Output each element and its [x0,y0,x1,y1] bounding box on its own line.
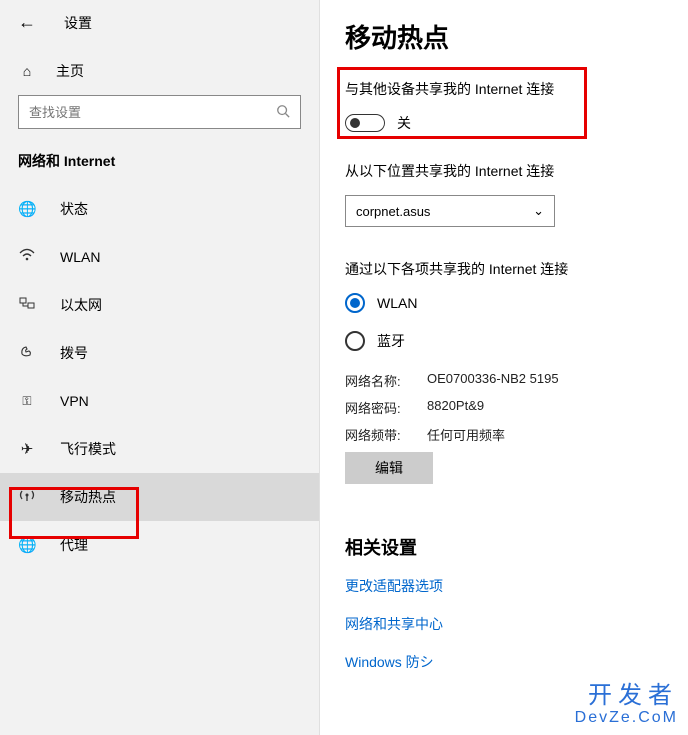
wifi-icon [18,248,36,266]
sidebar-item-label: 飞行模式 [60,439,116,459]
back-icon[interactable]: ← [18,12,36,33]
toggle-state-label: 关 [397,113,411,133]
proxy-icon: 🌐 [18,536,36,554]
dropdown-value: corpnet.asus [356,204,430,219]
sidebar-item-ethernet[interactable]: 以太网 [0,281,319,329]
info-value: 任何可用频率 [427,425,505,444]
chevron-down-icon: ⌄ [533,203,544,219]
sidebar: ← 设置 ⌂ 主页 网络和 Internet 🌐 状态 WLAN [0,0,320,735]
sidebar-item-label: 拨号 [60,343,88,363]
ethernet-icon [18,296,36,314]
status-icon: 🌐 [18,200,36,218]
sidebar-item-label: VPN [60,393,89,409]
sidebar-item-airplane[interactable]: ✈ 飞行模式 [0,425,319,473]
page-title: 移动热点 [345,18,688,55]
main-panel: 移动热点 与其他设备共享我的 Internet 连接 关 从以下位置共享我的 I… [320,0,688,735]
watermark-en: DevZe.CoM [575,709,678,727]
share-via-label: 通过以下各项共享我的 Internet 连接 [345,259,688,279]
radio-icon [345,293,365,313]
share-toggle-label: 与其他设备共享我的 Internet 连接 [345,79,688,99]
vpn-icon: ⚿ [18,394,36,409]
radio-icon [345,331,365,351]
sidebar-item-label: 以太网 [60,295,102,315]
link-network-sharing[interactable]: 网络和共享中心 [345,614,688,634]
radio-wlan[interactable]: WLAN [345,293,688,313]
link-windows-firewall[interactable]: Windows 防シ [345,652,688,672]
sidebar-item-status[interactable]: 🌐 状态 [0,185,319,233]
sidebar-item-hotspot[interactable]: 移动热点 [0,473,319,521]
sidebar-item-label: 代理 [60,535,88,555]
info-key: 网络密码: [345,398,427,417]
airplane-icon: ✈ [18,440,36,458]
dialup-icon [18,344,36,362]
watermark-cn: 开发者 [588,683,678,709]
sidebar-section-label: 网络和 Internet [0,143,319,185]
window-title: 设置 [64,13,92,33]
sidebar-item-vpn[interactable]: ⚿ VPN [0,377,319,425]
network-info: 网络名称:OE0700336-NB2 5195 网络密码:8820Pt&9 网络… [345,371,688,484]
edit-button[interactable]: 编辑 [345,452,433,484]
window-header: ← 设置 [0,12,319,51]
info-value: 8820Pt&9 [427,398,484,417]
sidebar-home[interactable]: ⌂ 主页 [0,51,319,91]
radio-bluetooth[interactable]: 蓝牙 [345,331,688,351]
share-toggle[interactable] [345,114,385,132]
link-adapter-options[interactable]: 更改适配器选项 [345,576,688,596]
radio-label: WLAN [377,295,417,311]
home-label: 主页 [56,61,84,81]
sidebar-item-label: WLAN [60,249,100,265]
info-key: 网络频带: [345,425,427,444]
sidebar-item-label: 移动热点 [60,487,116,507]
related-settings-title: 相关设置 [345,534,688,560]
hotspot-icon [18,487,36,507]
search-input-box[interactable] [18,95,301,129]
share-from-label: 从以下位置共享我的 Internet 连接 [345,161,688,181]
home-icon: ⌂ [18,63,36,79]
sidebar-item-label: 状态 [60,199,88,219]
sidebar-item-wlan[interactable]: WLAN [0,233,319,281]
watermark: 开发者 DevZe.CoM [575,683,678,727]
sidebar-item-proxy[interactable]: 🌐 代理 [0,521,319,569]
radio-label: 蓝牙 [377,331,405,351]
search-input[interactable] [29,105,276,120]
sidebar-item-dialup[interactable]: 拨号 [0,329,319,377]
search-icon [276,104,290,121]
share-from-dropdown[interactable]: corpnet.asus ⌄ [345,195,555,227]
info-value: OE0700336-NB2 5195 [427,371,559,390]
info-key: 网络名称: [345,371,427,390]
